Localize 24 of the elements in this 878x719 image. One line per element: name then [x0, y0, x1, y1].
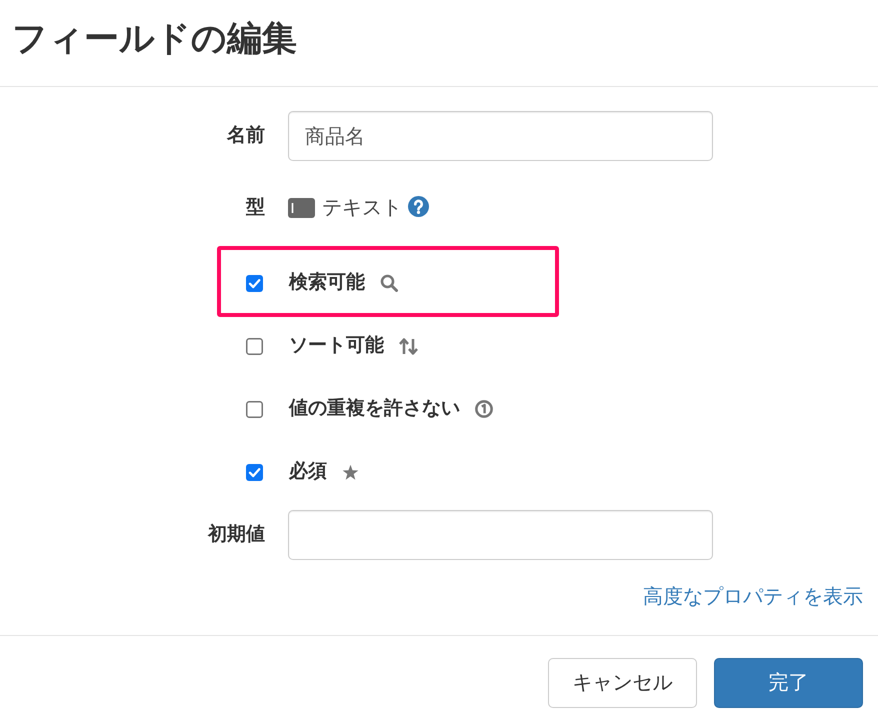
field-label: 型 [246, 196, 265, 220]
checkbox[interactable] [246, 400, 263, 418]
checkbox[interactable] [246, 464, 263, 480]
checkbox-label[interactable]: 値の重複を許さない [289, 394, 460, 424]
type-value: テキスト [322, 196, 402, 221]
text-input[interactable] [288, 510, 713, 560]
sort-arrows-icon [399, 338, 418, 354]
checkbox-label[interactable]: ソート可能 [289, 332, 384, 360]
star-icon [342, 464, 359, 480]
cancel-button[interactable]: キャンセル [548, 658, 697, 708]
checkbox[interactable] [246, 274, 263, 292]
help-icon[interactable] [408, 196, 429, 216]
checkbox-label[interactable]: 必須 [289, 458, 327, 486]
text-input[interactable]: 商品名 [288, 111, 713, 161]
advanced-properties-link[interactable]: 高度なプロパティを表示 [643, 582, 863, 612]
dialog-title: フィールドの編集 [12, 20, 297, 56]
checkbox-label[interactable]: 検索可能 [289, 268, 365, 298]
done-button[interactable]: 完了 [714, 658, 863, 708]
text-field-icon [288, 198, 315, 218]
search-icon [380, 274, 398, 292]
circled-one-icon [475, 400, 493, 418]
field-label: 初期値 [208, 522, 265, 547]
field-label: 名前 [227, 124, 265, 148]
checkbox[interactable] [246, 338, 263, 354]
